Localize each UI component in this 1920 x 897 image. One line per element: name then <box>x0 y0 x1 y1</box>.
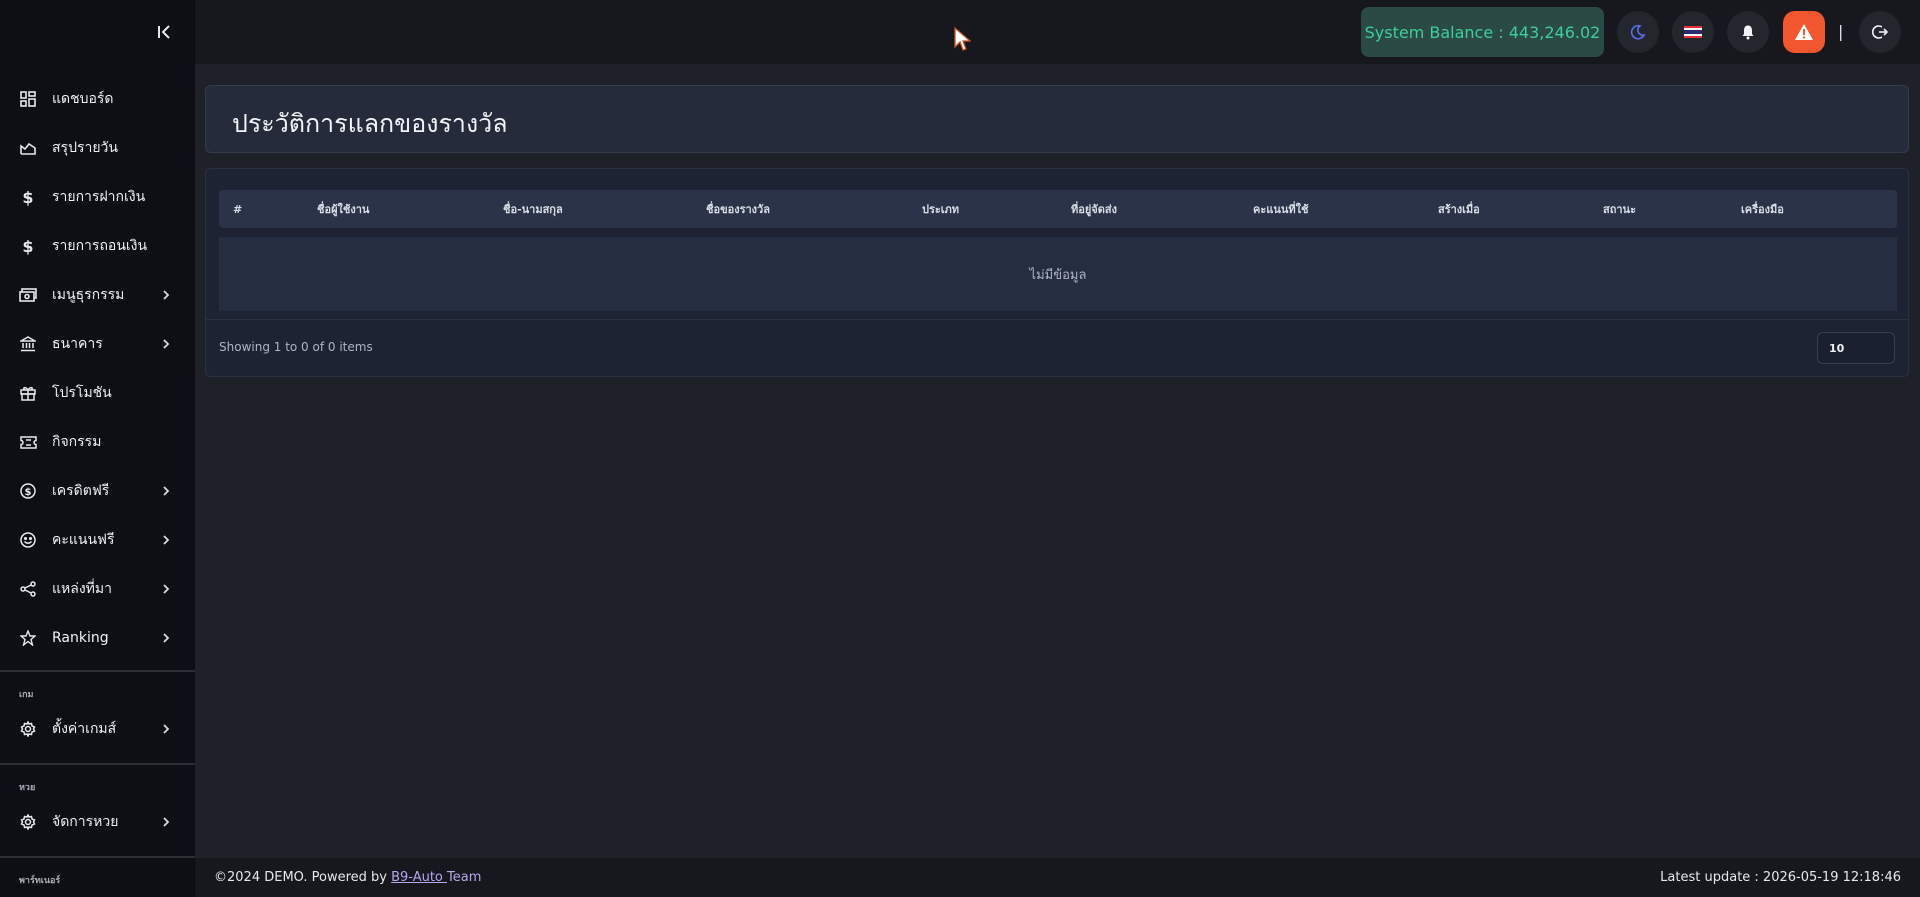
notifications-button[interactable] <box>1727 11 1769 53</box>
column-header-points-used[interactable]: คะแนนที่ใช้ <box>1253 190 1308 228</box>
collapse-left-icon <box>158 25 170 39</box>
gift-icon <box>19 384 37 402</box>
coin-icon: $ <box>19 482 37 500</box>
logout-button[interactable] <box>1859 11 1901 53</box>
gear-icon <box>19 813 37 831</box>
sidebar-item-dashboard[interactable]: แดชบอร์ด <box>0 79 195 119</box>
chevron-right-icon <box>160 485 172 497</box>
sidebar-item-label: เครดิตฟรี <box>52 483 110 499</box>
sidebar-divider <box>0 763 195 765</box>
table-header-row: # ชื่อผู้ใช้งาน ชื่อ-นามสกุล ชื่อของรางว… <box>219 190 1897 228</box>
sidebar-item-label: Ranking <box>52 630 109 646</box>
column-header-created-at[interactable]: สร้างเมื่อ <box>1438 190 1480 228</box>
sidebar-item-bank[interactable]: ธนาคาร <box>0 324 195 364</box>
system-balance-badge: System Balance : 443,246.02 <box>1361 7 1604 57</box>
sidebar-item-label: รายการถอนเงิน <box>52 238 148 254</box>
sidebar-item-label: รายการฝากเงิน <box>52 189 146 205</box>
page-size-select[interactable]: 10 <box>1817 332 1895 364</box>
thai-flag-icon <box>1684 26 1702 38</box>
sidebar-item-ranking[interactable]: Ranking <box>0 618 195 658</box>
sidebar-item-label: จัดการหวย <box>52 814 119 830</box>
sidebar-section-label-game: เกม <box>19 690 34 700</box>
star-icon <box>19 629 37 647</box>
svg-text:$: $ <box>25 487 32 498</box>
dashboard-icon <box>19 90 37 108</box>
sidebar-item-sources[interactable]: แหล่งที่มา <box>0 569 195 609</box>
smiley-icon <box>19 531 37 549</box>
sidebar-item-label: ตั้งค่าเกมส์ <box>52 721 117 737</box>
footer-copyright: ©2024 DEMO. Powered by B9-Auto Team <box>214 870 481 885</box>
sidebar-item-label: โปรโมชัน <box>52 385 112 401</box>
theme-toggle-button[interactable] <box>1617 11 1659 53</box>
page-title: ประวัติการแลกของรางวัล <box>232 109 508 138</box>
sidebar-item-manage-lottery[interactable]: จัดการหวย <box>0 802 195 842</box>
sidebar-item-label: สรุปรายวัน <box>52 140 118 156</box>
footer: ©2024 DEMO. Powered by B9-Auto Team Late… <box>195 858 1920 897</box>
sidebar-item-free-credit[interactable]: $ เครดิตฟรี <box>0 471 195 511</box>
column-header-tools[interactable]: เครื่องมือ <box>1741 190 1784 228</box>
sidebar: แดชบอร์ด สรุปรายวัน $ รายการฝากเงิน $ รา… <box>0 0 195 897</box>
sidebar-divider <box>0 670 195 672</box>
alert-button[interactable] <box>1783 11 1825 53</box>
moon-icon <box>1630 24 1646 40</box>
column-header-reward-name[interactable]: ชื่อของรางวัล <box>706 190 770 228</box>
table-footer-divider <box>206 319 1908 320</box>
dollar-icon: $ <box>22 187 34 207</box>
sidebar-item-label: ธนาคาร <box>52 336 103 352</box>
sidebar-item-label: คะแนนฟรี <box>52 532 115 548</box>
column-header-type[interactable]: ประเภท <box>922 190 959 228</box>
chart-area-icon <box>19 139 37 157</box>
chevron-right-icon <box>160 816 172 828</box>
logout-icon <box>1872 25 1888 39</box>
column-header-index[interactable]: # <box>233 190 242 228</box>
sidebar-item-daily-summary[interactable]: สรุปรายวัน <box>0 128 195 168</box>
column-header-status[interactable]: สถานะ <box>1603 190 1636 228</box>
topbar <box>195 0 1920 64</box>
chevron-right-icon <box>160 289 172 301</box>
sidebar-item-game-settings[interactable]: ตั้งค่าเกมส์ <box>0 709 195 749</box>
last-update-text: Latest update : 2026-05-19 12:18:46 <box>1660 870 1901 885</box>
gear-icon <box>19 720 37 738</box>
column-header-fullname[interactable]: ชื่อ-นามสกุล <box>503 190 563 228</box>
chevron-right-icon <box>160 583 172 595</box>
warning-icon <box>1795 24 1813 40</box>
mouse-cursor-icon <box>954 26 971 51</box>
cash-icon <box>19 286 37 304</box>
page-title-card: ประวัติการแลกของรางวัล <box>205 85 1909 153</box>
table-empty-message: ไม่มีข้อมูล <box>219 237 1897 311</box>
column-header-username[interactable]: ชื่อผู้ใช้งาน <box>317 190 369 228</box>
topbar-separator: | <box>1838 22 1844 41</box>
column-header-shipping-address[interactable]: ที่อยู่จัดส่ง <box>1071 190 1117 228</box>
sidebar-item-activities[interactable]: กิจกรรม <box>0 422 195 462</box>
b9-auto-link[interactable]: B9-Auto <box>391 870 447 885</box>
sidebar-item-label: เมนูธุรกรรม <box>52 287 125 303</box>
sidebar-item-free-points[interactable]: คะแนนฟรี <box>0 520 195 560</box>
chevron-right-icon <box>160 723 172 735</box>
share-icon <box>19 580 37 598</box>
redemption-history-table: # ชื่อผู้ใช้งาน ชื่อ-นามสกุล ชื่อของรางว… <box>205 168 1909 377</box>
sidebar-item-deposits[interactable]: $ รายการฝากเงิน <box>0 177 195 217</box>
copyright-text: ©2024 DEMO. Powered by <box>214 870 392 885</box>
sidebar-item-transactions[interactable]: เมนูธุรกรรม <box>0 275 195 315</box>
pagination-summary: Showing 1 to 0 of 0 items <box>219 340 373 354</box>
sidebar-item-label: แหล่งที่มา <box>52 581 112 597</box>
sidebar-item-withdrawals[interactable]: $ รายการถอนเงิน <box>0 226 195 266</box>
bank-icon <box>19 335 37 353</box>
sidebar-collapse-button[interactable] <box>153 20 177 44</box>
chevron-right-icon <box>160 534 172 546</box>
chevron-right-icon <box>160 632 172 644</box>
sidebar-section-label-lottery: หวย <box>19 783 36 793</box>
sidebar-divider <box>0 856 195 858</box>
team-text: Team <box>447 870 482 885</box>
sidebar-item-label: กิจกรรม <box>52 434 102 450</box>
dollar-icon: $ <box>22 236 34 256</box>
sidebar-item-label: แดชบอร์ด <box>52 91 114 107</box>
sidebar-item-promotion[interactable]: โปรโมชัน <box>0 373 195 413</box>
sidebar-section-label-partner: พาร์ทเนอร์ <box>19 876 61 886</box>
ticket-icon <box>19 433 37 451</box>
chevron-right-icon <box>160 338 172 350</box>
bell-icon <box>1742 25 1754 40</box>
language-button[interactable] <box>1672 11 1714 53</box>
